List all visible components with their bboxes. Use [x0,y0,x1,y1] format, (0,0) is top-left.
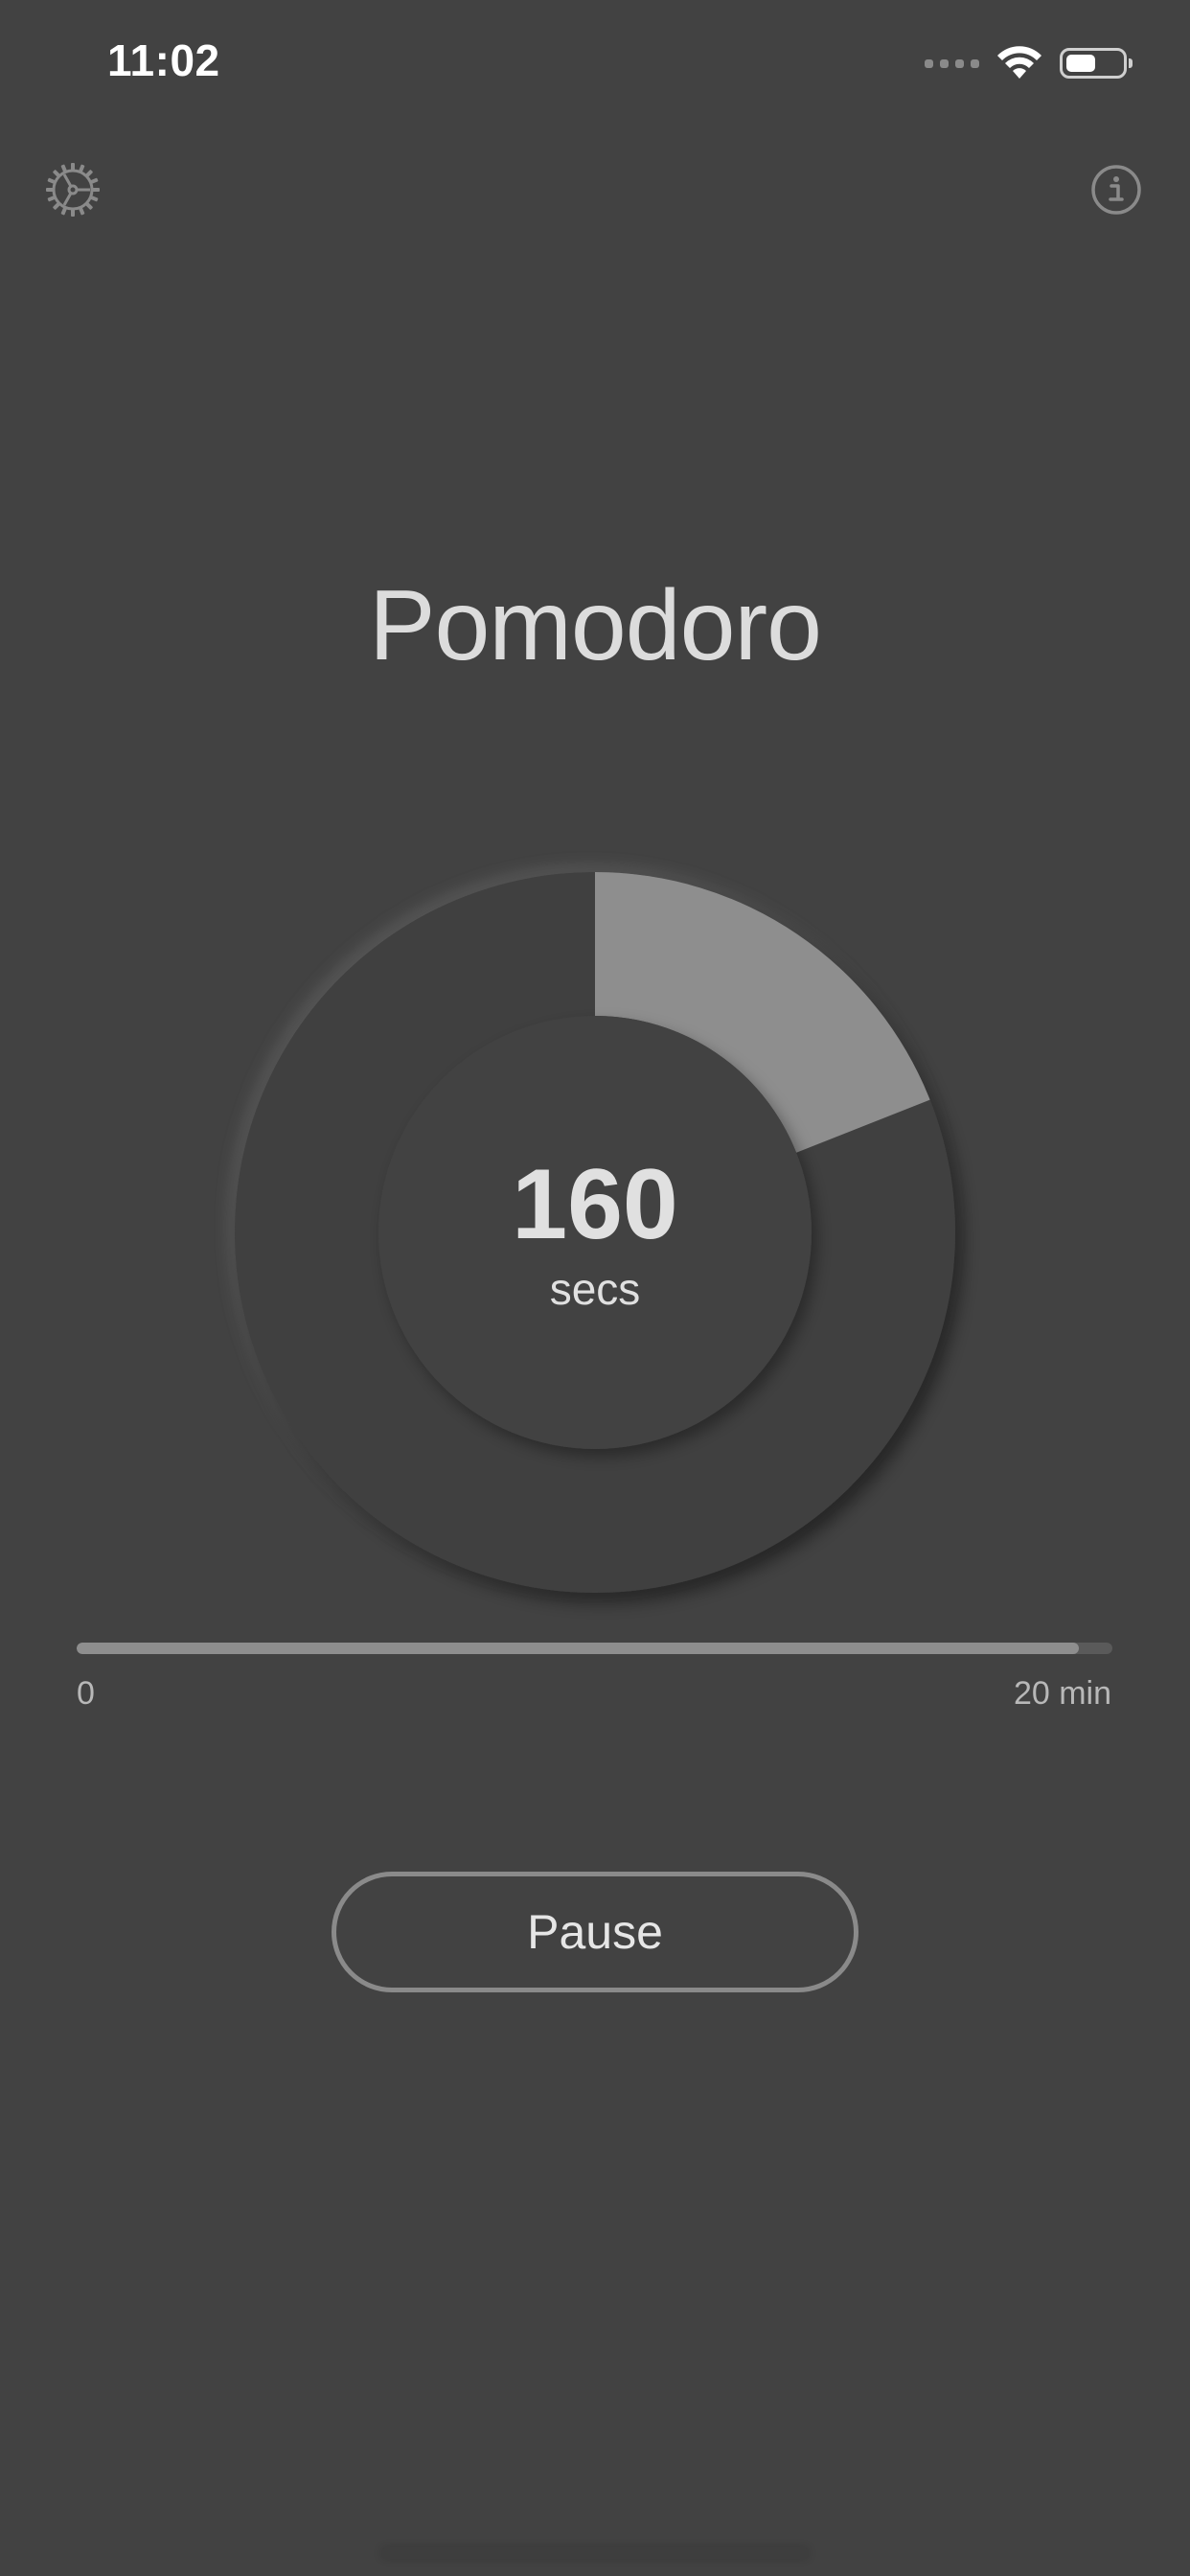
timer-title: Pomodoro [369,570,822,681]
info-icon [1091,165,1141,215]
pause-button[interactable]: Pause [332,1872,858,1992]
cellular-signal-icon [925,58,979,68]
status-time: 11:02 [107,35,220,85]
home-indicator [381,2547,809,2559]
session-progress-bar [77,1643,1112,1654]
info-button[interactable] [1085,158,1148,221]
wifi-icon [997,46,1041,79]
progress-min-label: 0 [77,1675,95,1712]
battery-icon [1060,48,1133,79]
progress-max-label: 20 min [1013,1675,1111,1712]
timer-value: 160 [512,1149,678,1260]
status-icons [925,42,1133,84]
session-progress-fill [77,1643,1080,1654]
settings-button[interactable] [41,158,104,221]
gear-icon [46,163,100,217]
timer-unit: secs [549,1264,641,1314]
